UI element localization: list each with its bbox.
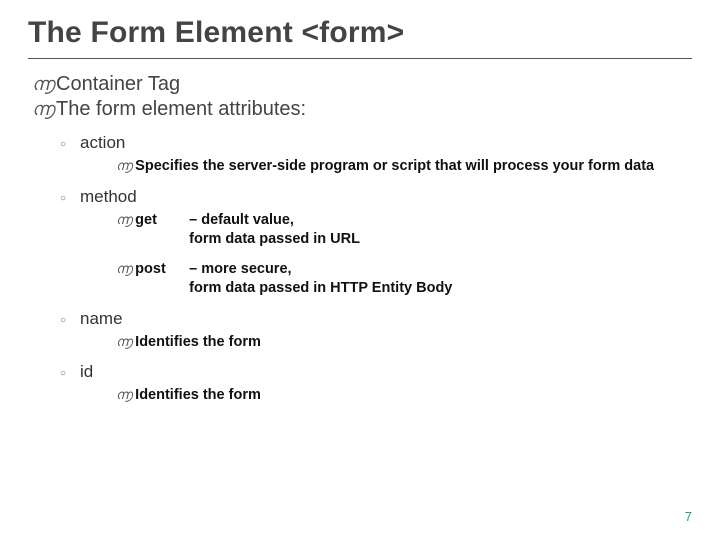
- list-item: ○ id: [60, 362, 692, 382]
- list-item: ○ action: [60, 133, 692, 153]
- attr-desc: ൬ get – default value, form data passed …: [116, 211, 692, 299]
- attr-name: name: [80, 309, 123, 329]
- kv-val: – default value, form data passed in URL: [189, 211, 360, 250]
- page-number: 7: [685, 509, 692, 524]
- bullet-text: Container Tag: [56, 73, 180, 96]
- attr-name: action: [80, 133, 125, 153]
- attr-name: id: [80, 362, 93, 382]
- circle-icon: ○: [60, 369, 74, 379]
- list-item: ൬ Specifies the server-side program or s…: [116, 157, 692, 177]
- list-item: ൬ Identifies the form: [116, 333, 692, 353]
- swirl-icon: ൬: [116, 261, 132, 277]
- kv-key: post: [135, 261, 189, 277]
- circle-icon: ○: [60, 316, 74, 326]
- circle-icon: ○: [60, 194, 74, 204]
- top-bullet-list: ൬ Container Tag ൬ The form element attri…: [32, 73, 692, 121]
- swirl-icon: ൬: [32, 99, 50, 120]
- desc-text: Identifies the form: [135, 386, 692, 406]
- list-item: ○ name: [60, 309, 692, 329]
- attribute-list: ○ action ൬ Specifies the server-side pro…: [60, 133, 692, 406]
- swirl-icon: ൬: [32, 74, 50, 95]
- swirl-icon: ൬: [116, 386, 132, 404]
- swirl-icon: ൬: [116, 333, 132, 351]
- list-item: ൬ Identifies the form: [116, 386, 692, 406]
- desc-text: Identifies the form: [135, 333, 692, 353]
- kv-val: – more secure, form data passed in HTTP …: [189, 260, 452, 299]
- page-title: The Form Element <form>: [28, 16, 692, 50]
- attr-desc: ൬ Identifies the form: [116, 333, 692, 353]
- slide: The Form Element <form> ൬ Container Tag …: [0, 0, 720, 540]
- title-divider: [28, 58, 692, 59]
- list-item: ൬ post – more secure, form data passed i…: [116, 260, 692, 299]
- attr-name: method: [80, 187, 137, 207]
- swirl-icon: ൬: [116, 157, 132, 175]
- desc-text: Specifies the server-side program or scr…: [135, 157, 692, 177]
- attr-desc: ൬ Specifies the server-side program or s…: [116, 157, 692, 177]
- list-item: ൬ Container Tag: [32, 73, 692, 96]
- list-item: ○ method: [60, 187, 692, 207]
- attr-desc: ൬ Identifies the form: [116, 386, 692, 406]
- list-item: ൬ The form element attributes:: [32, 98, 692, 121]
- list-item: ൬ get – default value, form data passed …: [116, 211, 692, 250]
- circle-icon: ○: [60, 140, 74, 150]
- swirl-icon: ൬: [116, 212, 132, 228]
- bullet-text: The form element attributes:: [56, 98, 306, 121]
- kv-key: get: [135, 212, 189, 228]
